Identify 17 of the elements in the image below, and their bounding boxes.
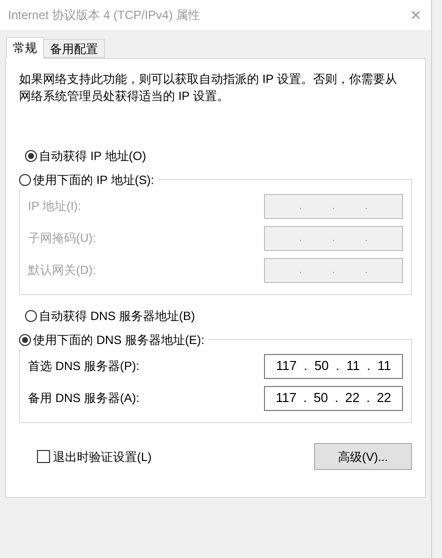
field-label: 首选 DNS 服务器(P): — [28, 358, 140, 375]
radio-button[interactable] — [19, 334, 31, 346]
radio-option[interactable]: 使用下面的 DNS 服务器地址(E): — [19, 331, 208, 349]
validate-checkbox[interactable]: 退出时验证设置(L) — [37, 448, 152, 466]
tab[interactable]: 备用配置 — [44, 39, 105, 58]
radio-button[interactable] — [25, 310, 37, 322]
ip-address-field[interactable]: 117 . 50 . 11 . 11 — [264, 354, 403, 378]
description-text: 如果网络支持此功能，则可以获取自动指派的 IP 设置。否则，你需要从网络系统管理员处获得适当的 IP 设置。 — [19, 71, 398, 105]
field-label: 子网掩码(U): — [28, 230, 96, 247]
field-label: 默认网关(D): — [28, 262, 96, 279]
ip-address-field[interactable]: 117 . 50 . 22 . 22 — [264, 386, 403, 410]
field-label: 备用 DNS 服务器(A): — [28, 390, 140, 407]
field-label: IP 地址(I): — [28, 198, 82, 215]
advanced-button[interactable]: 高级(V)... — [314, 443, 412, 470]
window-title: Internet 协议版本 4 (TCP/IPv4) 属性 — [8, 7, 200, 24]
tab[interactable]: 常规 — [6, 37, 44, 59]
checkbox[interactable] — [37, 450, 50, 463]
